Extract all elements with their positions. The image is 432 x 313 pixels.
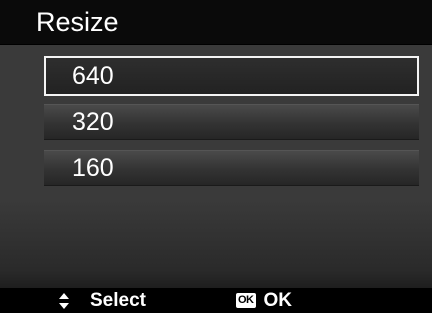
title-bar: Resize — [0, 0, 432, 45]
page-title: Resize — [36, 7, 119, 37]
menu-item-320[interactable]: 320 — [44, 104, 419, 140]
menu-item-160[interactable]: 160 — [44, 150, 419, 186]
menu-item-label: 640 — [72, 62, 114, 90]
menu-item-label: 160 — [72, 154, 114, 182]
ok-button-icon: OK — [236, 293, 256, 308]
resize-options-list: 640 320 160 — [44, 56, 419, 196]
select-hint-label: Select — [90, 290, 146, 311]
ok-hint: OK OK — [236, 290, 292, 311]
ok-hint-label: OK — [263, 290, 293, 311]
menu-item-640[interactable]: 640 — [44, 56, 419, 96]
camera-menu-screen: Resize 640 320 160 Select OK OK — [0, 0, 432, 313]
button-hint-bar: Select OK OK — [0, 288, 432, 313]
menu-item-label: 320 — [72, 108, 114, 136]
select-hint: Select — [58, 290, 146, 311]
up-down-arrows-icon — [58, 292, 70, 310]
